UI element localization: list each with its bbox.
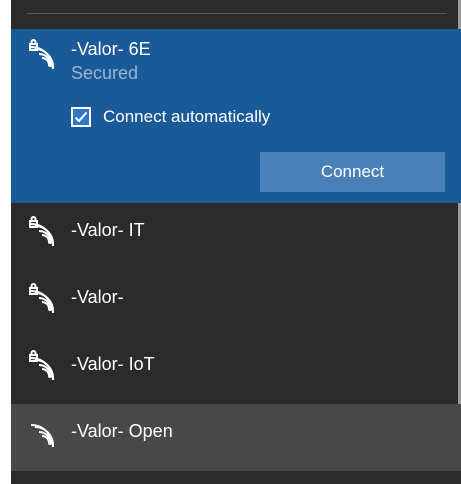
network-name: -Valor- 6E <box>71 39 151 59</box>
checkbox-checked-icon[interactable] <box>71 107 91 127</box>
network-name: -Valor- IoT <box>71 354 155 374</box>
wifi-secured-icon <box>27 349 59 381</box>
connect-automatically-checkbox[interactable]: Connect automatically <box>71 105 270 129</box>
divider <box>27 13 447 14</box>
wifi-icon <box>27 416 59 448</box>
connect-button[interactable]: Connect <box>260 152 445 192</box>
wifi-secured-icon <box>27 282 59 314</box>
wifi-secured-icon <box>27 215 59 247</box>
network-panel: -Valor- 6E Secured Connect automatically… <box>0 0 461 484</box>
connect-automatically-label: Connect automatically <box>103 107 271 126</box>
network-item[interactable]: -Valor- IoT <box>11 337 461 404</box>
network-name: -Valor- Open <box>71 421 173 441</box>
network-item-selected[interactable]: -Valor- 6E Secured Connect automatically… <box>11 29 461 203</box>
network-item[interactable]: -Valor- Open <box>11 404 461 471</box>
wifi-secured-icon <box>27 38 59 70</box>
network-item[interactable]: -Valor- <box>11 270 461 337</box>
network-name: -Valor- <box>71 287 124 307</box>
network-status: Secured <box>71 63 139 83</box>
wifi-network-list: -Valor- 6E Secured Connect automatically… <box>11 0 461 484</box>
network-name: -Valor- IT <box>71 220 145 240</box>
network-item[interactable]: -Valor- IT <box>11 203 461 270</box>
